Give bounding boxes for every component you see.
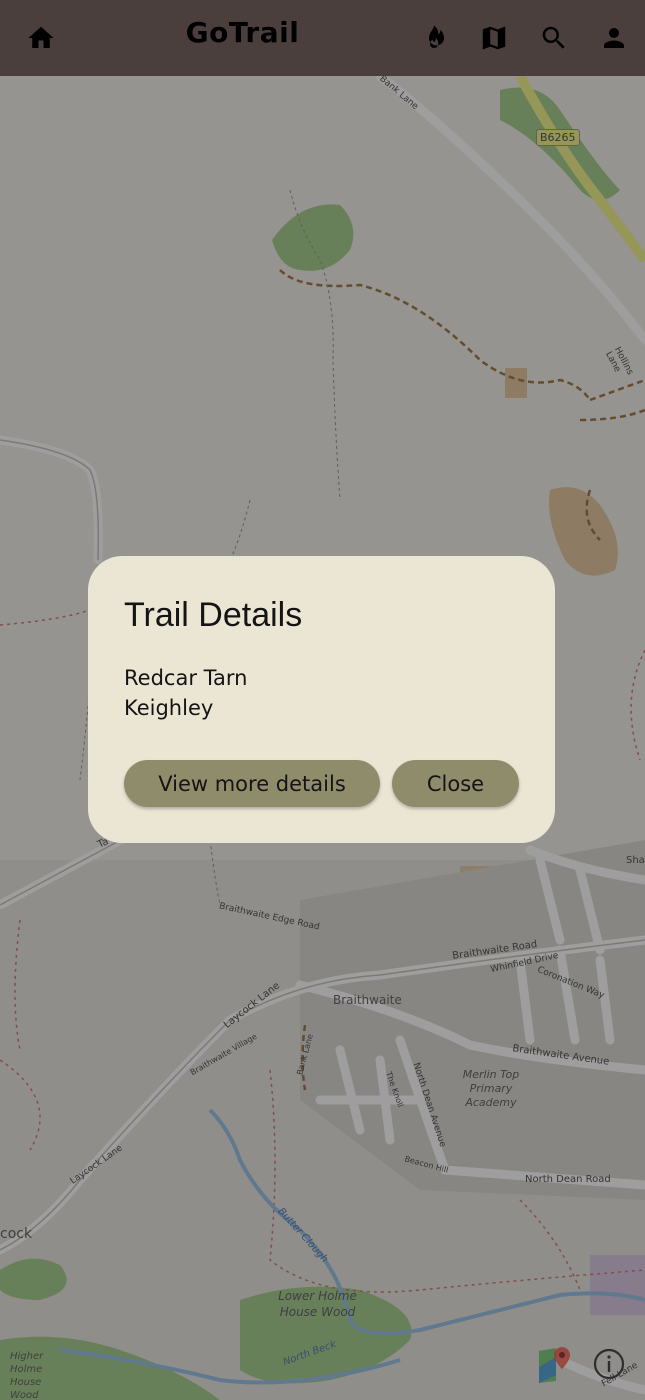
home-button[interactable] [17,14,65,62]
app-title: GoTrail [185,16,300,49]
app-bar: GoTrail [0,0,645,76]
popular-button[interactable] [410,14,458,62]
dialog-title: Trail Details [124,596,303,634]
trail-details-dialog: Trail Details Redcar Tarn Keighley View … [88,556,555,843]
info-icon [593,1348,625,1380]
google-maps-icon [539,1347,570,1383]
map-icon [482,26,506,50]
profile-button[interactable] [590,14,638,62]
view-more-details-button[interactable]: View more details [124,760,380,807]
map-info-button[interactable] [592,1347,626,1381]
flame-icon [429,25,444,49]
person-icon [604,28,624,48]
trail-name: Redcar Tarn [124,666,248,690]
map-button[interactable] [470,14,518,62]
trail-location: Keighley [124,696,214,720]
home-icon [28,26,54,48]
search-button[interactable] [530,14,578,62]
open-in-maps-button[interactable] [536,1345,576,1385]
search-icon [542,26,565,49]
close-button[interactable]: Close [392,760,519,807]
